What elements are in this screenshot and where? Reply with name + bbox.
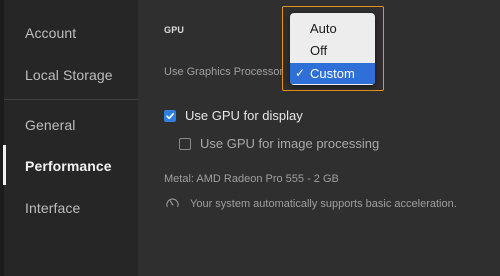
graphics-processor-dropdown-menu[interactable]: Auto Off ✓ Custom — [290, 13, 375, 85]
sidebar-item-general[interactable]: General — [25, 117, 76, 133]
dropdown-option-off[interactable]: Off — [290, 40, 375, 61]
acceleration-text: Your system automatically supports basic… — [190, 197, 457, 210]
checkmark-icon — [166, 112, 174, 119]
window-edge — [0, 0, 4, 276]
acceleration-hint: Your system automatically supports basic… — [165, 196, 457, 211]
use-gpu-display-row[interactable]: Use GPU for display — [164, 108, 303, 123]
dropdown-option-custom-label: Custom — [310, 66, 355, 81]
sidebar-item-account[interactable]: Account — [25, 25, 76, 41]
use-gpu-image-processing-label: Use GPU for image processing — [200, 136, 380, 151]
sidebar-divider — [4, 99, 138, 100]
dropdown-option-custom[interactable]: ✓ Custom — [290, 63, 375, 84]
gpu-section-title: GPU — [164, 25, 185, 35]
sidebar-item-interface[interactable]: Interface — [25, 200, 80, 216]
use-gpu-image-processing-checkbox[interactable] — [179, 137, 191, 150]
metal-gpu-info: Metal: AMD Radeon Pro 555 - 2 GB — [164, 173, 339, 185]
use-gpu-image-processing-row[interactable]: Use GPU for image processing — [179, 136, 379, 151]
sidebar-item-local-storage[interactable]: Local Storage — [25, 67, 113, 83]
dropdown-option-auto[interactable]: Auto — [290, 18, 375, 39]
sidebar-item-performance[interactable]: Performance — [25, 158, 112, 174]
selected-check-icon: ✓ — [295, 66, 306, 80]
use-gpu-display-label: Use GPU for display — [185, 108, 303, 123]
use-gpu-display-checkbox[interactable] — [164, 109, 176, 122]
graphics-processor-label: Use Graphics Processor — [164, 66, 284, 78]
preferences-sidebar: Account Local Storage General Performanc… — [0, 0, 138, 276]
speedometer-icon — [166, 198, 179, 208]
active-indicator — [3, 145, 6, 185]
